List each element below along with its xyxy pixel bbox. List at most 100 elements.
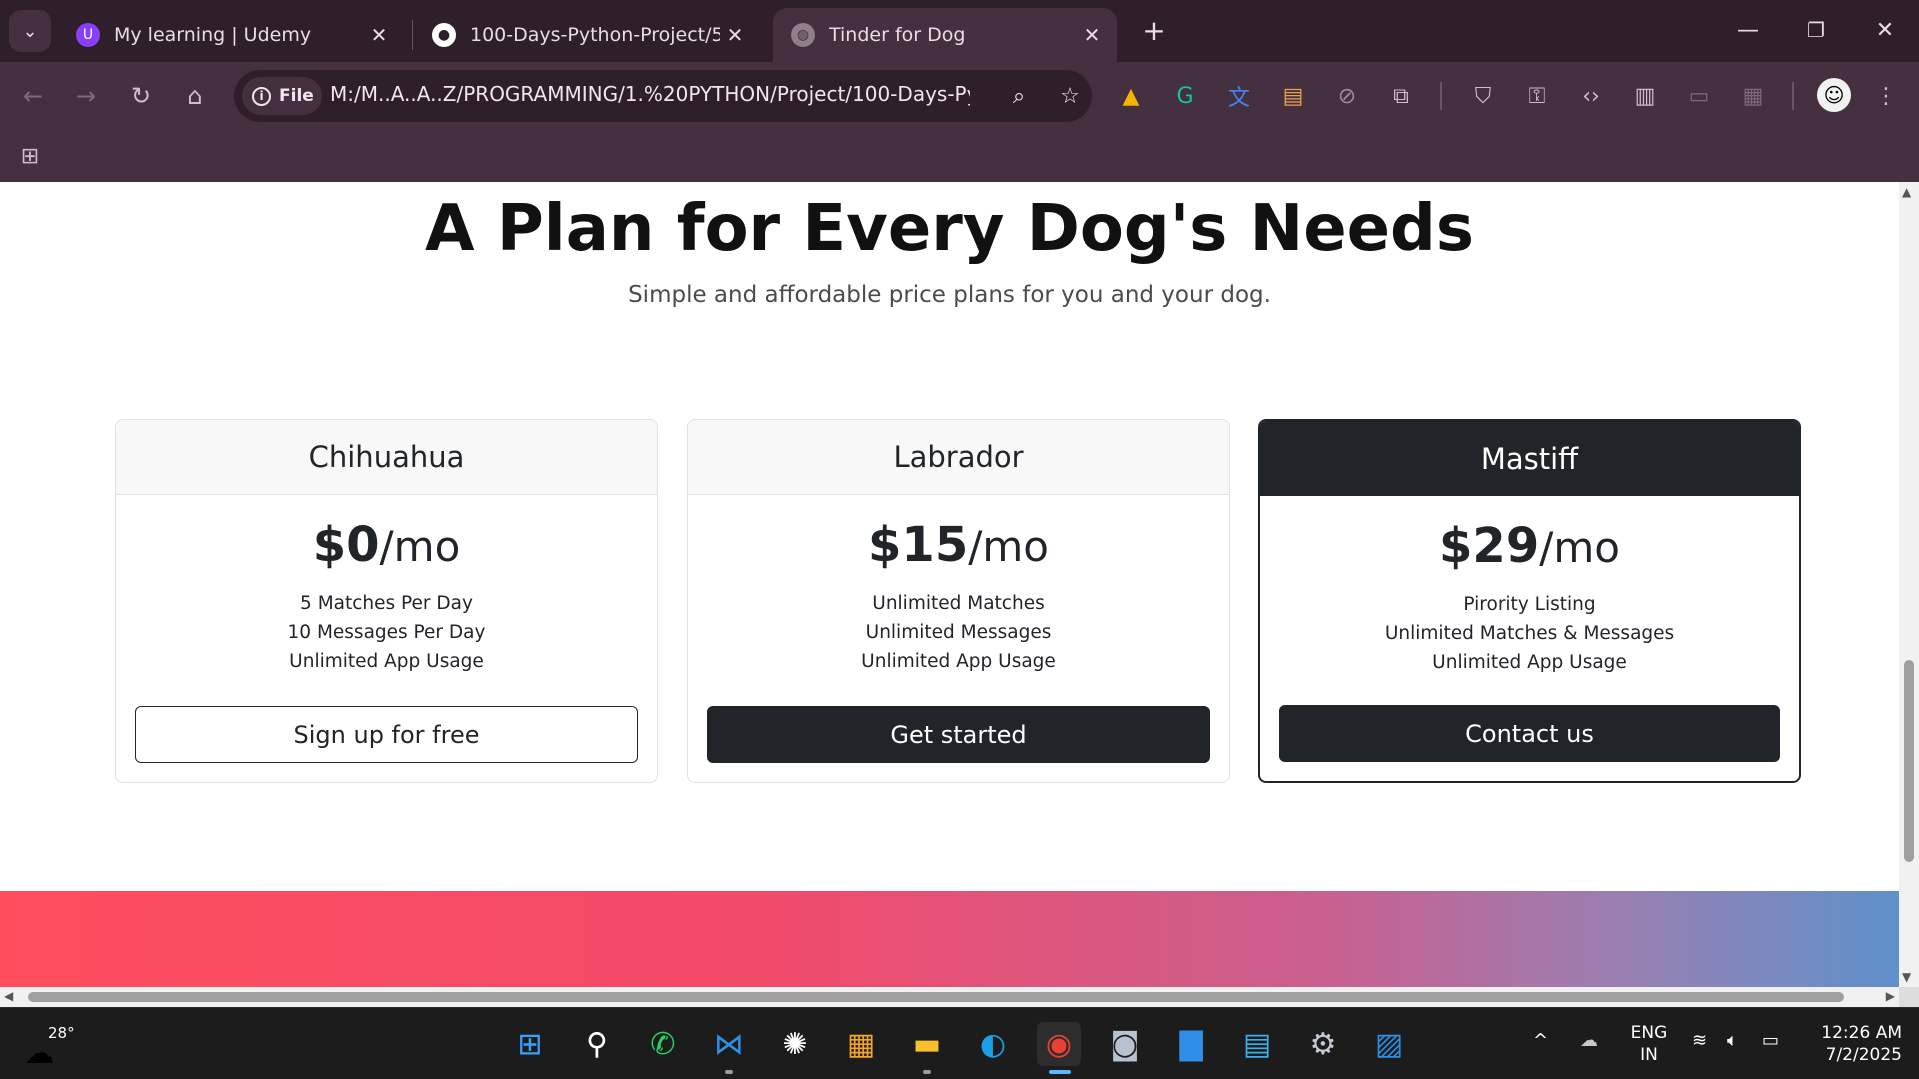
color-picker-extension-icon[interactable]: ▤ [1275,78,1311,114]
devtools-code-icon[interactable]: ‹› [1573,78,1609,114]
toolbar-separator [1440,82,1442,110]
github-icon: ● [432,23,456,47]
plan-card-chihuahua: Chihuahua $0/mo 5 Matches Per Day 10 Mes… [115,419,658,783]
camera-icon[interactable]: ◙ [1103,1022,1147,1066]
incognito-icon[interactable]: ⛉ [1465,78,1501,114]
tab-title: My learning | Udemy [114,24,312,46]
file-explorer-icon[interactable]: ▬ [905,1022,949,1066]
language-indicator[interactable]: ENG IN [1627,1022,1671,1066]
profile-avatar[interactable]: ☺ [1817,78,1851,112]
microsoft-store-icon[interactable]: ▦ [839,1022,883,1066]
price-period: /mo [968,522,1049,571]
feature-item: Unlimited Matches [872,593,1045,614]
plan-price: $0/mo [116,517,657,573]
info-icon: i [252,86,271,106]
tab-tinder-for-dog[interactable]: ◍ Tinder for Dog ✕ [773,8,1117,62]
restore-icon[interactable]: ❐ [1793,8,1839,52]
feature-list: Pirority Listing Unlimited Matches & Mes… [1260,590,1799,677]
site-info-chip[interactable]: i File [242,77,322,115]
close-icon[interactable]: ✕ [720,20,750,50]
tab-github[interactable]: ● 100-Days-Python-Project/59.Da ✕ [414,8,760,62]
globe-icon: ◍ [791,23,815,47]
settings-gear-icon[interactable]: ⚙ [1301,1022,1345,1066]
bookmark-star-icon[interactable]: ☆ [1054,80,1086,112]
grammarly-icon[interactable]: G [1167,78,1203,114]
clock[interactable]: 12:26 AM 7/2/2025 [1802,1022,1902,1066]
vscode-icon[interactable]: ⋈ [707,1022,751,1066]
onedrive-cloud-icon[interactable]: ☁ [1580,1030,1598,1051]
window-close-icon[interactable]: ✕ [1862,8,1908,52]
apps-grid-icon[interactable]: ⊞ [12,138,48,174]
vertical-scroll-thumb[interactable] [1904,660,1914,862]
scroll-down-arrow-icon[interactable]: ▼ [1902,970,1911,984]
url-text[interactable]: M:/M..A..A..Z/PROGRAMMING/1.%20PYTHON/Pr… [330,82,970,106]
windows-taskbar: 28° ☁ ⊞ ⚲ ✆ ⋈ ✺ ▦ ▬ ◐ ◉ ◙ ▇ ▤ ⚙ ▨ ^ ☁ EN… [0,1007,1919,1079]
plan-price: $15/mo [688,517,1229,573]
google-drive-icon[interactable]: ▲ [1113,78,1149,114]
show-hidden-icons-chevron-icon[interactable]: ^ [1533,1030,1548,1051]
horizontal-scrollbar[interactable]: ◀ ▶ [0,987,1899,1007]
photos-icon[interactable]: ▨ [1367,1022,1411,1066]
chrome-icon[interactable]: ◉ [1037,1022,1081,1066]
feature-item: Unlimited App Usage [1432,652,1627,673]
windows-app-icon[interactable]: ▇ [1169,1022,1213,1066]
reload-icon[interactable]: ↻ [121,76,161,116]
pricing-title: A Plan for Every Dog's Needs [425,192,1474,266]
google-translate-icon[interactable]: 文 [1221,78,1257,114]
close-icon[interactable]: ✕ [364,20,394,50]
price-amount: $0 [312,517,380,573]
sign-up-button[interactable]: Sign up for free [135,706,638,763]
password-key-icon[interactable]: ⚿ [1519,78,1555,114]
language-code: ENG [1630,1023,1668,1043]
whatsapp-icon[interactable]: ✆ [641,1022,685,1066]
wifi-icon[interactable]: ≋ [1692,1030,1707,1051]
feature-item: Unlimited App Usage [289,651,484,672]
device-toolbar-icon[interactable]: ▭ [1681,78,1717,114]
close-icon[interactable]: ✕ [1077,20,1107,50]
feature-item: Pirority Listing [1463,594,1596,615]
horizontal-scroll-thumb[interactable] [28,992,1844,1002]
cloud-moon-icon: ☁ [24,1036,54,1071]
extensions-puzzle-icon[interactable]: ⧉ [1383,78,1419,114]
windows-start-icon[interactable]: ⊞ [508,1022,552,1066]
get-started-button[interactable]: Get started [707,706,1210,763]
scroll-up-arrow-icon[interactable]: ▲ [1902,185,1911,199]
vertical-scrollbar[interactable]: ▲ ▼ [1899,182,1919,987]
tab-udemy[interactable]: U My learning | Udemy ✕ [58,8,404,62]
scrollbar-corner [1899,987,1919,1007]
plan-price: $29/mo [1260,518,1799,574]
zoom-icon[interactable]: ⌕ [1003,80,1035,112]
minimize-icon[interactable]: — [1725,8,1771,52]
side-panel-icon[interactable]: ▥ [1627,78,1663,114]
forward-icon[interactable]: → [66,76,106,116]
qr-code-icon[interactable]: ▦ [1735,78,1771,114]
menu-kebab-icon[interactable]: ⋮ [1868,78,1904,114]
back-icon[interactable]: ← [13,76,53,116]
feature-item: Unlimited App Usage [861,651,1056,672]
notepad-icon[interactable]: ▤ [1235,1022,1279,1066]
tab-search-dropdown-icon[interactable]: ⌄ [9,10,51,52]
scroll-left-arrow-icon[interactable]: ◀ [4,989,13,1003]
clock-date: 7/2/2025 [1825,1045,1902,1065]
volume-icon[interactable]: 🔈︎ [1727,1030,1738,1051]
running-indicator [725,1070,733,1074]
active-indicator [1049,1070,1071,1074]
chatgpt-icon[interactable]: ✺ [773,1022,817,1066]
edge-icon[interactable]: ◐ [971,1022,1015,1066]
weather-widget[interactable]: 28° ☁ [24,1024,75,1071]
clock-time: 12:26 AM [1821,1023,1902,1043]
udemy-icon: U [76,23,100,47]
price-amount: $15 [868,517,969,573]
blocked-extension-icon[interactable]: ⊘ [1329,78,1365,114]
contact-us-button[interactable]: Contact us [1279,705,1780,762]
address-bar[interactable]: i File M:/M..A..A..Z/PROGRAMMING/1.%20PY… [234,70,1092,122]
battery-icon[interactable]: ▭ [1762,1030,1779,1051]
price-period: /mo [379,522,461,571]
search-icon[interactable]: ⚲ [575,1022,619,1066]
home-icon[interactable]: ⌂ [175,76,215,116]
scroll-right-arrow-icon[interactable]: ▶ [1886,989,1895,1003]
region-code: IN [1640,1045,1658,1065]
new-tab-icon[interactable]: + [1136,12,1172,48]
plan-card-mastiff: Mastiff $29/mo Pirority Listing Unlimite… [1258,419,1801,783]
footer-gradient-section [0,891,1899,987]
